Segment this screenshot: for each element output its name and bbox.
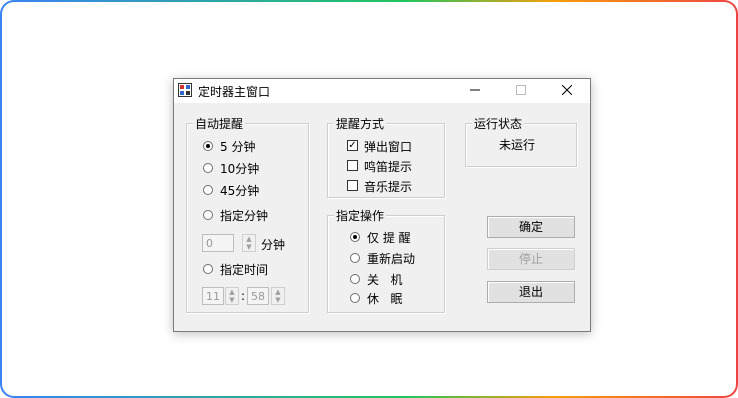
remind-method-title: 提醒方式 (334, 115, 387, 132)
window-title: 定时器主窗口 (198, 85, 271, 99)
checkbox-music-label: 音乐提示 (364, 180, 413, 194)
spin-down-icon: ▼ (229, 296, 235, 304)
minimize-icon (470, 89, 480, 91)
radio-5-minutes-label: 5 分钟 (220, 140, 256, 154)
radio-10-minutes-label: 10分钟 (220, 162, 260, 176)
checkbox-popup-window-label: 弹出窗口 (364, 140, 413, 154)
radio-indicator (350, 274, 360, 284)
checkbox-box (347, 180, 358, 191)
spin-down-icon: ▼ (246, 243, 252, 251)
stop-button[interactable]: 停止 (487, 248, 575, 270)
hour-input[interactable]: 11 (202, 287, 224, 305)
spin-up-icon: ▲ (229, 288, 235, 296)
auto-remind-group: 自动提醒 5 分钟 10分钟 45分钟 指定分钟 0 ▲ ▼ 分钟 指定时间 1… (186, 115, 309, 313)
radio-shutdown-label: 关 机 (367, 273, 403, 287)
status-value: 未运行 (499, 138, 536, 152)
radio-indicator (203, 264, 213, 274)
spin-up-icon: ▲ (275, 288, 281, 296)
exit-button[interactable]: 退出 (487, 281, 575, 303)
timer-main-window: 定时器主窗口 自动提醒 5 分钟 10分钟 45分钟 指定分钟 0 ▲ ▼ 分钟… (173, 78, 591, 332)
time-separator: : (241, 289, 246, 303)
radio-45-minutes-label: 45分钟 (220, 184, 260, 198)
close-button[interactable] (544, 79, 590, 103)
operation-group: 指定操作 仅 提 醒 重新启动 关 机 休 眠 (327, 207, 445, 313)
spin-up-icon: ▲ (246, 235, 252, 243)
radio-indicator (203, 163, 213, 173)
minimize-button[interactable] (452, 79, 498, 103)
radio-indicator (203, 185, 213, 195)
app-calendar-icon (178, 83, 192, 97)
checkmark-icon: ✓ (347, 140, 358, 151)
status-title: 运行状态 (472, 115, 525, 132)
ok-button[interactable]: 确定 (487, 216, 575, 238)
maximize-button[interactable] (498, 79, 544, 103)
radio-custom-minutes-label: 指定分钟 (220, 209, 269, 223)
checkbox-beep-label: 鸣笛提示 (364, 160, 413, 174)
checkbox-box (347, 160, 358, 171)
radio-indicator (203, 210, 213, 220)
status-group: 运行状态 未运行 (465, 115, 577, 167)
spin-down-icon: ▼ (275, 296, 281, 304)
maximize-icon (516, 85, 526, 95)
radio-hibernate-label: 休 眠 (367, 292, 403, 306)
radio-restart-label: 重新启动 (367, 252, 416, 266)
minute-input[interactable]: 58 (247, 287, 269, 305)
radio-indicator (203, 141, 213, 151)
radio-indicator (350, 293, 360, 303)
radio-remind-only-label: 仅 提 醒 (367, 231, 411, 245)
radio-indicator (350, 253, 360, 263)
close-icon (561, 84, 573, 96)
auto-remind-title: 自动提醒 (193, 115, 246, 132)
custom-minutes-input[interactable]: 0 (202, 234, 234, 252)
remind-method-group: 提醒方式 ✓ 弹出窗口 鸣笛提示 音乐提示 (327, 115, 445, 198)
title-bar[interactable]: 定时器主窗口 (174, 79, 590, 103)
hour-spinner[interactable]: ▲ ▼ (225, 287, 239, 305)
radio-custom-time-label: 指定时间 (220, 263, 269, 277)
minutes-unit-label: 分钟 (261, 238, 286, 252)
minute-spinner[interactable]: ▲ ▼ (271, 287, 285, 305)
operation-title: 指定操作 (334, 207, 387, 224)
radio-indicator (350, 232, 360, 242)
custom-minutes-spinner[interactable]: ▲ ▼ (242, 234, 256, 252)
